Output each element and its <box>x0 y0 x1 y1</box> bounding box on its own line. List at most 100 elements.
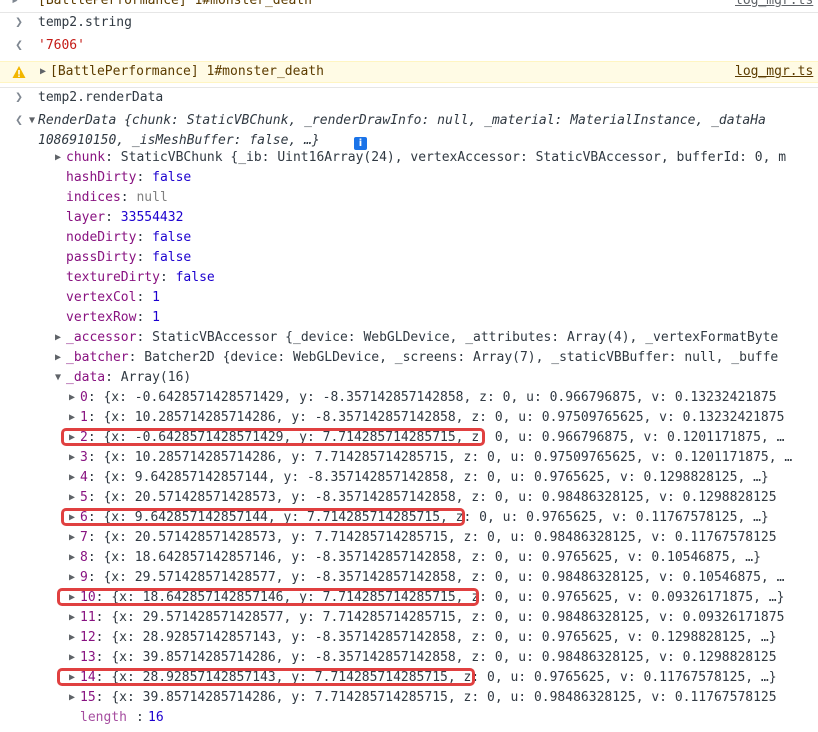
colon-separator: : <box>95 630 104 645</box>
array-item-row[interactable]: ▶ 12 {x: 28.92857142857143, y: -8.35714285… <box>0 628 818 648</box>
colon-separator: : <box>95 690 104 705</box>
expand-triangle-icon[interactable]: ▶ <box>66 448 78 468</box>
array-index: 13 <box>80 650 96 665</box>
colon-separator: : <box>136 230 145 245</box>
array-item-value: {x: 39.85714285714286, y: -8.35714285714… <box>111 650 777 665</box>
array-item-row[interactable]: ▶ 15 {x: 39.85714285714286, y: 7.714285714… <box>0 688 818 708</box>
array-item-row[interactable]: ▶ 2 {x: -0.6428571428571429, y: 7.71428571… <box>0 428 818 448</box>
array-item-row[interactable]: ▶ 3 {x: 10.285714285714286, y: 7.714285714… <box>0 448 818 468</box>
output-return-icon: ❮ <box>15 38 23 53</box>
array-index: 12 <box>80 630 96 645</box>
array-item-row[interactable]: ▶ 4 {x: 9.642857142857144, y: -8.357142857… <box>0 468 818 488</box>
array-item-row[interactable]: ▶ 5 {x: 20.571428571428573, y: -8.35714285… <box>0 488 818 508</box>
array-item-row[interactable]: ▶ 1 {x: 10.285714285714286, y: -8.35714285… <box>0 408 818 428</box>
array-index: 6 <box>80 510 88 525</box>
property-row-data[interactable]: ▼ _data Array(16): <box>0 368 818 388</box>
array-item-row[interactable]: ▶ 11 {x: 29.571428571428577, y: 7.71428571… <box>0 608 818 628</box>
property-row-passDirty: passDirty false: <box>0 248 818 268</box>
colon-separator: : <box>87 570 96 585</box>
console-output-row: ❮ '7606' <box>0 36 818 56</box>
input-expression[interactable]: temp2.renderData <box>38 88 163 107</box>
expand-triangle-icon[interactable]: ▶ <box>66 588 78 608</box>
property-row-batcher[interactable]: ▶ _batcher Batcher2D {device: WebGLDevice,… <box>0 348 818 368</box>
warning-source-link[interactable]: log_mgr.ts <box>735 62 813 82</box>
expand-triangle-icon[interactable]: ▶ <box>52 348 64 368</box>
warning-text: [BattlePerformance] 1#monster_death <box>50 64 324 79</box>
property-key: _accessor <box>66 330 137 345</box>
colon-separator: : <box>105 370 113 385</box>
array-item-value: {x: 18.642857142857146, y: -8.3571428571… <box>103 550 761 565</box>
colon-separator: : <box>105 150 113 165</box>
expand-triangle-icon[interactable]: ▶ <box>66 428 78 448</box>
input-expression[interactable]: temp2.string <box>38 13 132 32</box>
array-item-row[interactable]: ▶ 6 {x: 9.642857142857144, y: 7.7142857142… <box>0 508 818 528</box>
array-item-row[interactable]: ▶ 14 {x: 28.92857142857143, y: 7.714285714… <box>0 668 818 688</box>
array-item-row[interactable]: ▶ 10 {x: 18.642857142857146, y: 7.71428571… <box>0 588 818 608</box>
property-key: nodeDirty <box>66 230 137 245</box>
array-index: 7 <box>80 530 88 545</box>
object-summary-row[interactable]: ❮ ▼ RenderData {chunk: StaticVBChunk, _r… <box>0 111 818 131</box>
property-key: layer <box>66 210 106 225</box>
expand-triangle-icon[interactable]: ▶ <box>66 628 78 648</box>
colon-separator: : <box>159 270 168 285</box>
expand-triangle-icon[interactable]: ▶ <box>66 528 78 548</box>
expand-triangle-icon[interactable]: ▶ <box>66 508 78 528</box>
array-item-value: {x: 20.571428571428573, y: -8.3571428571… <box>103 490 777 505</box>
colon-separator: : <box>128 350 137 365</box>
colon-separator: : <box>95 670 104 685</box>
property-key: vertexRow <box>66 310 137 325</box>
expand-triangle-icon[interactable]: ▶ <box>66 608 78 628</box>
expand-triangle-icon[interactable]: ▶ <box>66 548 78 568</box>
console-input-row: ❯ temp2.renderData <box>0 87 818 107</box>
array-item-row[interactable]: ▶ 7 {x: 20.571428571428573, y: 7.714285714… <box>0 528 818 548</box>
console-input-row: ❯ temp2.string <box>0 12 818 32</box>
colon-separator: : <box>136 290 145 305</box>
property-row-nodeDirty: nodeDirty false: <box>0 228 818 248</box>
expand-triangle-icon[interactable]: ▶ <box>52 148 64 168</box>
expand-triangle-icon[interactable]: ▶ <box>66 468 78 488</box>
property-value: false <box>152 170 192 185</box>
colon-separator: : <box>136 170 145 185</box>
colon-separator: : <box>95 610 104 625</box>
expand-triangle-icon[interactable]: ▶ <box>66 388 78 408</box>
expand-triangle-icon[interactable]: ▶ <box>66 488 78 508</box>
array-index: 3 <box>80 450 88 465</box>
expand-triangle-icon[interactable]: ▶ <box>66 688 78 708</box>
expand-triangle-icon[interactable]: ▶ <box>37 62 49 82</box>
property-key: indices <box>66 190 121 205</box>
output-value: '7606' <box>38 38 85 53</box>
array-item-row[interactable]: ▶ 0 {x: -0.6428571428571429, y: -8.3571428… <box>0 388 818 408</box>
array-item-value: {x: 20.571428571428573, y: 7.71428571428… <box>103 530 777 545</box>
colon-separator: : <box>87 410 96 425</box>
property-row-chunk[interactable]: ▶ chunk StaticVBChunk {_ib: Uint16Array(24… <box>0 148 818 168</box>
array-item-value: {x: 10.285714285714286, y: -8.3571428571… <box>103 410 785 425</box>
property-value: 1 <box>152 290 160 305</box>
colon-separator: : <box>87 390 96 405</box>
expand-triangle-icon[interactable]: ▶ <box>66 668 78 688</box>
expand-triangle-icon[interactable]: ▶ <box>52 328 64 348</box>
array-item-row[interactable]: ▶ 8 {x: 18.642857142857146, y: -8.35714285… <box>0 548 818 568</box>
output-return-icon: ❮ <box>15 113 23 128</box>
source-link[interactable]: log_mgr.ts <box>735 0 813 11</box>
console-message-partial: ▸ [BattlePerformance] 1#monster_death lo… <box>0 0 818 11</box>
array-index: 2 <box>80 430 88 445</box>
property-key: hashDirty <box>66 170 137 185</box>
expand-triangle-icon[interactable]: ▶ <box>66 408 78 428</box>
colon-separator: : <box>87 550 96 565</box>
array-item-row[interactable]: ▶ 13 {x: 39.85714285714286, y: -8.35714285… <box>0 648 818 668</box>
message-text: [BattlePerformance] 1#monster_death <box>38 0 312 8</box>
array-item-value: {x: 28.92857142857143, y: -8.35714285714… <box>111 630 777 645</box>
array-item-row[interactable]: ▶ 9 {x: 29.571428571428577, y: -8.35714285… <box>0 568 818 588</box>
collapse-triangle-icon[interactable]: ▼ <box>52 368 64 388</box>
console-warning-row: ▶ [BattlePerformance] 1#monster_death lo… <box>0 61 818 83</box>
expand-triangle-icon[interactable]: ▶ <box>66 568 78 588</box>
expand-triangle-icon[interactable]: ▶ <box>66 648 78 668</box>
array-item-value: {x: -0.6428571428571429, y: -8.357142857… <box>103 390 777 405</box>
property-value: Array(16) <box>120 370 192 385</box>
property-row-accessor[interactable]: ▶ _accessor StaticVBAccessor {_device: Web… <box>0 328 818 348</box>
array-index: 15 <box>80 690 96 705</box>
warning-icon <box>12 66 26 78</box>
collapse-triangle-icon[interactable]: ▼ <box>26 111 38 131</box>
array-index: 1 <box>80 410 88 425</box>
property-row-hashDirty: hashDirty false: <box>0 168 818 188</box>
